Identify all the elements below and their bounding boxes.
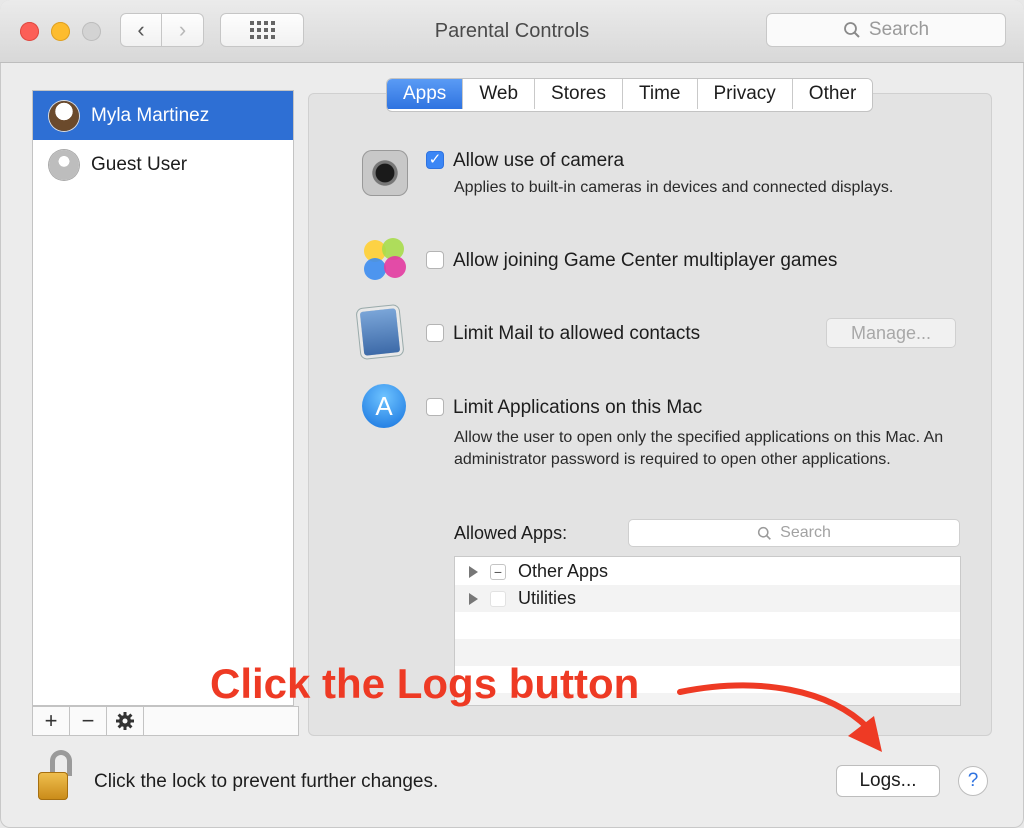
parental-controls-window: ‹ › Parental Controls Search Myla Martin… [0, 0, 1024, 828]
annotation-arrow-icon [677, 682, 882, 752]
